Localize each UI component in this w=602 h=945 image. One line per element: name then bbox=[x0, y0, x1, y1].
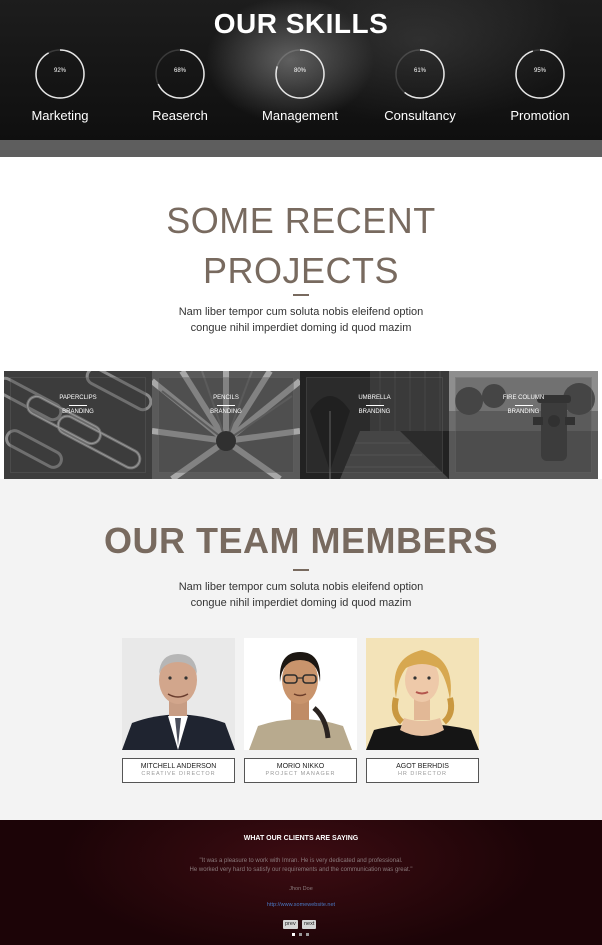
quote-line1: "It was a pleasure to work with Imran. H… bbox=[199, 858, 403, 864]
member-photo bbox=[366, 638, 479, 750]
testimonial-quote: "It was a pleasure to work with Imran. H… bbox=[0, 857, 602, 875]
team-lead: Nam liber tempor cum soluta nobis eleife… bbox=[0, 579, 602, 611]
member-name: MITCHELL ANDERSON bbox=[140, 763, 217, 770]
next-button[interactable]: next bbox=[302, 920, 317, 929]
team-member-card[interactable]: AGOT BERHDIS HR DIRECTOR bbox=[366, 638, 479, 783]
tile-divider bbox=[69, 405, 87, 406]
testimonial-author: Jhon Doe bbox=[289, 886, 313, 892]
project-tile-fire-column[interactable]: FIRE COLUMN BRANDING bbox=[449, 371, 598, 479]
skill-management: 80% Management bbox=[240, 48, 360, 123]
skill-label: Promotion bbox=[510, 108, 570, 123]
prev-button[interactable]: prev bbox=[283, 920, 298, 929]
tile-overlay bbox=[455, 377, 592, 473]
tile-title: FIRE COLUMN bbox=[502, 395, 545, 401]
tile-title: PENCILS bbox=[213, 395, 239, 401]
skills-bottom-strip bbox=[0, 140, 602, 157]
tile-category: BRANDING bbox=[62, 409, 94, 415]
carousel-dot[interactable] bbox=[306, 933, 309, 936]
projects-title: SOME RECENT PROJECTS bbox=[0, 196, 602, 296]
tile-overlay bbox=[158, 377, 294, 473]
project-tile-paperclips[interactable]: PAPERCLIPS BRANDING bbox=[4, 371, 152, 479]
tile-divider bbox=[514, 405, 533, 406]
skill-progress-ring: 92% bbox=[34, 48, 86, 100]
team-lead-line1: Nam liber tempor cum soluta nobis eleife… bbox=[178, 581, 424, 593]
team-divider bbox=[293, 569, 309, 571]
projects-title-line2: PROJECTS bbox=[202, 250, 400, 291]
carousel-dot-active[interactable] bbox=[292, 933, 295, 936]
tile-divider bbox=[365, 405, 384, 406]
skills-section: OUR SKILLS 92% Marketing 68% Reaserch 80… bbox=[0, 0, 602, 140]
member-role: CREATIVE DIRECTOR bbox=[141, 771, 216, 777]
skill-reaserch: 68% Reaserch bbox=[120, 48, 240, 123]
project-tile-pencils[interactable]: PENCILS BRANDING bbox=[152, 371, 300, 479]
testimonials-title: WHAT OUR CLIENTS ARE SAYING bbox=[243, 835, 359, 842]
member-name: AGOT BERHDIS bbox=[396, 763, 449, 770]
skill-promotion: 95% Promotion bbox=[480, 48, 600, 123]
skill-progress-ring: 61% bbox=[394, 48, 446, 100]
testimonial-site-link[interactable]: http://www.somewebsite.net bbox=[0, 902, 602, 908]
quote-line2: He worked very hard to satisfy our requi… bbox=[189, 867, 413, 873]
member-caption: AGOT BERHDIS HR DIRECTOR bbox=[366, 758, 479, 783]
tile-title: PAPERCLIPS bbox=[59, 395, 97, 401]
skill-marketing: 92% Marketing bbox=[0, 48, 120, 123]
member-role: PROJECT MANAGER bbox=[265, 771, 336, 777]
tile-overlay bbox=[306, 377, 443, 473]
projects-divider bbox=[293, 294, 309, 296]
skill-label: Consultancy bbox=[384, 108, 456, 123]
tile-category: BRANDING bbox=[210, 409, 242, 415]
skill-percent: 61% bbox=[413, 68, 426, 74]
tile-title: UMBRELLA bbox=[358, 395, 391, 401]
team-title: OUR TEAM MEMBERS bbox=[104, 520, 498, 561]
team-member-card[interactable]: MORIO NIKKO PROJECT MANAGER bbox=[244, 638, 357, 783]
projects-lead-line1: Nam liber tempor cum soluta nobis eleife… bbox=[178, 306, 424, 318]
page: OUR SKILLS 92% Marketing 68% Reaserch 80… bbox=[0, 0, 602, 945]
member-role: HR DIRECTOR bbox=[397, 771, 448, 777]
testimonials-section: WHAT OUR CLIENTS ARE SAYING "It was a pl… bbox=[0, 820, 602, 945]
carousel-dot[interactable] bbox=[299, 933, 302, 936]
projects-title-line1: SOME RECENT bbox=[166, 200, 436, 241]
tile-overlay bbox=[10, 377, 146, 473]
team-lead-line2: congue nihil imperdiet doming id quod ma… bbox=[190, 597, 412, 609]
tile-category: BRANDING bbox=[358, 409, 391, 415]
skills-title: OUR SKILLS bbox=[213, 8, 389, 39]
skill-percent: 80% bbox=[293, 68, 306, 74]
member-caption: MITCHELL ANDERSON CREATIVE DIRECTOR bbox=[122, 758, 235, 783]
member-photo bbox=[244, 638, 357, 750]
projects-gallery: PAPERCLIPS BRANDING PENCILS BRANDING UMB… bbox=[4, 371, 598, 479]
member-photo bbox=[122, 638, 235, 750]
skill-percent: 68% bbox=[173, 68, 186, 74]
skill-progress-ring: 95% bbox=[514, 48, 566, 100]
tile-divider bbox=[217, 405, 235, 406]
skill-progress-ring: 80% bbox=[274, 48, 326, 100]
member-name: MORIO NIKKO bbox=[276, 763, 325, 770]
skill-label: Marketing bbox=[31, 108, 89, 123]
carousel-dots bbox=[290, 933, 314, 937]
project-tile-umbrella[interactable]: UMBRELLA BRANDING bbox=[300, 371, 449, 479]
skill-label: Reaserch bbox=[152, 108, 208, 123]
skill-consultancy: 61% Consultancy bbox=[360, 48, 480, 123]
member-caption: MORIO NIKKO PROJECT MANAGER bbox=[244, 758, 357, 783]
tile-category: BRANDING bbox=[507, 409, 540, 415]
skill-progress-ring: 68% bbox=[154, 48, 206, 100]
skill-percent: 92% bbox=[53, 68, 66, 74]
team-member-card[interactable]: MITCHELL ANDERSON CREATIVE DIRECTOR bbox=[122, 638, 235, 783]
projects-lead-line2: congue nihil imperdiet doming id quod ma… bbox=[190, 322, 412, 334]
skill-percent: 95% bbox=[533, 68, 546, 74]
projects-lead: Nam liber tempor cum soluta nobis eleife… bbox=[0, 304, 602, 336]
skill-label: Management bbox=[262, 108, 338, 123]
